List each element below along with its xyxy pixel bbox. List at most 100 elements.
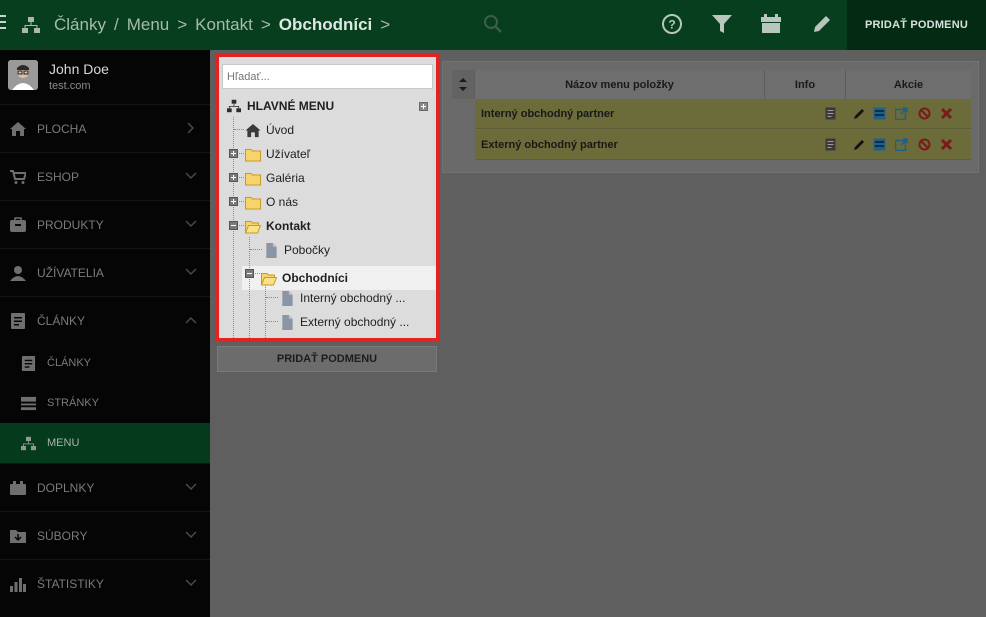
filter-icon[interactable] [711, 13, 733, 35]
sidebar-item-clanky[interactable]: ČLÁNKY [0, 296, 210, 344]
external-link-icon[interactable] [895, 107, 908, 120]
user-icon [10, 265, 26, 281]
disable-icon[interactable] [918, 138, 931, 151]
table-row[interactable]: Interný obchodný partner [475, 99, 971, 129]
menu-items-table: Názov menu položky Info Akcie Interný ob… [442, 61, 979, 173]
sidebar-item-uzivatelia[interactable]: UŽÍVATELIA [0, 248, 210, 296]
external-link-icon[interactable] [895, 138, 908, 151]
breadcrumb-item-clanky[interactable]: Články [54, 15, 106, 35]
breadcrumb-item-menu[interactable]: Menu [127, 15, 170, 35]
expand-icon[interactable] [229, 149, 238, 158]
tree-node-uzivatel[interactable]: Užívateľ [245, 143, 310, 165]
sidebar-subitem-menu[interactable]: MENU [0, 423, 210, 463]
chevron-down-icon [185, 268, 197, 276]
breadcrumb: Články / Menu > Kontakt > Obchodníci > [22, 0, 398, 50]
tree-node-label: Pobočky [284, 243, 331, 257]
info-icon[interactable] [824, 107, 837, 120]
edit-icon[interactable] [853, 138, 866, 151]
sidebar-item-plocha[interactable]: PLOCHA [0, 104, 210, 152]
search-icon[interactable] [483, 14, 503, 34]
box-icon [10, 216, 26, 232]
column-header-actions: Akcie [845, 70, 971, 99]
menu-tree-panel: HLAVNÉ MENU Úvod Užívateľ Galéria O nás [215, 53, 440, 342]
sidebar-subitem-stranky[interactable]: STRÁNKY [0, 383, 210, 423]
collapse-icon[interactable] [229, 221, 238, 230]
tree-connector [249, 237, 250, 338]
home-icon [245, 123, 261, 137]
column-header-name[interactable]: Názov menu položky [474, 70, 764, 99]
expand-icon[interactable] [229, 197, 238, 206]
expand-all-icon[interactable] [419, 102, 428, 111]
page-icon [266, 242, 277, 258]
collapse-icon[interactable] [245, 269, 254, 278]
tree-node-interny[interactable]: Interný obchodný ... [279, 287, 405, 309]
row-name: Interný obchodný partner [481, 108, 615, 120]
breadcrumb-separator: > [177, 15, 188, 34]
chevron-down-icon [185, 579, 197, 587]
sidebar-item-label: ŠTATISTIKY [37, 576, 104, 591]
tree-root[interactable]: HLAVNÉ MENU [227, 95, 334, 117]
tree-connector [266, 321, 278, 322]
sidebar-item-label: PLOCHA [37, 121, 87, 136]
sidebar-item-label: PRODUKTY [37, 217, 104, 232]
chevron-right-icon [187, 122, 195, 134]
user-profile[interactable]: John Doe test.com [0, 50, 210, 105]
tree-connector [250, 249, 262, 250]
file-icon [10, 529, 26, 543]
tree-node-kontakt[interactable]: Kontakt [245, 215, 311, 237]
tree-node-o-nas[interactable]: O nás [245, 191, 298, 213]
user-email: test.com [49, 80, 91, 92]
stats-icon [10, 577, 26, 592]
tree-node-pobocky[interactable]: Pobočky [263, 239, 330, 261]
delete-icon[interactable] [940, 138, 953, 151]
table-edit-icon[interactable] [873, 138, 886, 151]
sidebar-item-produkty[interactable]: PRODUKTY [0, 200, 210, 248]
sidebar-item-subory[interactable]: SÚBORY [0, 511, 210, 559]
breadcrumb-separator: > [260, 15, 271, 34]
tree-node-label: Kontakt [266, 219, 311, 233]
tree-add-submenu-button[interactable]: PRIDAŤ PODMENU [217, 346, 437, 372]
tree-connector [234, 129, 244, 130]
page-icon [21, 396, 36, 410]
archive-icon[interactable] [760, 13, 782, 35]
tree-node-obchodnici[interactable]: Obchodníci [261, 267, 348, 289]
sidebar-item-statistiky[interactable]: ŠTATISTIKY [0, 559, 210, 607]
folder-icon [245, 148, 261, 161]
tree-node-uvod[interactable]: Úvod [245, 119, 294, 141]
folder-icon [245, 196, 261, 209]
user-name: John Doe [49, 61, 109, 77]
table-row[interactable]: Externý obchodný partner [475, 130, 971, 160]
edit-icon[interactable] [853, 107, 866, 120]
home-icon [10, 121, 26, 136]
column-header-info: Info [764, 70, 845, 99]
sidebar-item-doplnky[interactable]: DOPLNKY [0, 463, 210, 511]
add-submenu-button[interactable]: PRIDAŤ PODMENU [847, 0, 986, 50]
chevron-up-icon [185, 316, 197, 324]
sidebar-item-eshop[interactable]: ESHOP [0, 152, 210, 200]
folder-open-icon [261, 272, 277, 285]
tree-node-externy[interactable]: Externý obchodný ... [279, 311, 409, 333]
tree-connector [265, 285, 266, 338]
tree-node-galeria[interactable]: Galéria [245, 167, 305, 189]
info-icon[interactable] [824, 138, 837, 151]
sort-icon[interactable] [452, 70, 474, 99]
sidebar-item-label: ESHOP [37, 169, 80, 184]
help-icon[interactable]: ? [661, 13, 683, 35]
sitemap-icon [227, 99, 241, 113]
pencil-icon[interactable] [811, 13, 833, 35]
breadcrumb-separator: > [380, 15, 391, 34]
sitemap-icon [22, 17, 40, 33]
disable-icon[interactable] [918, 107, 931, 120]
page-icon [282, 290, 293, 306]
expand-icon[interactable] [229, 173, 238, 182]
breadcrumb-item-kontakt[interactable]: Kontakt [195, 15, 253, 35]
sitemap-icon [21, 436, 36, 450]
sidebar-subitem-label: STRÁNKY [47, 397, 99, 409]
hamburger-icon[interactable] [0, 15, 6, 33]
delete-icon[interactable] [940, 107, 953, 120]
table-edit-icon[interactable] [873, 107, 886, 120]
sidebar-subitem-clanky[interactable]: ČLÁNKY [0, 343, 210, 383]
chevron-down-icon [185, 483, 197, 491]
tree-node-label: Externý obchodný ... [300, 315, 410, 329]
row-name: Externý obchodný partner [481, 139, 618, 151]
